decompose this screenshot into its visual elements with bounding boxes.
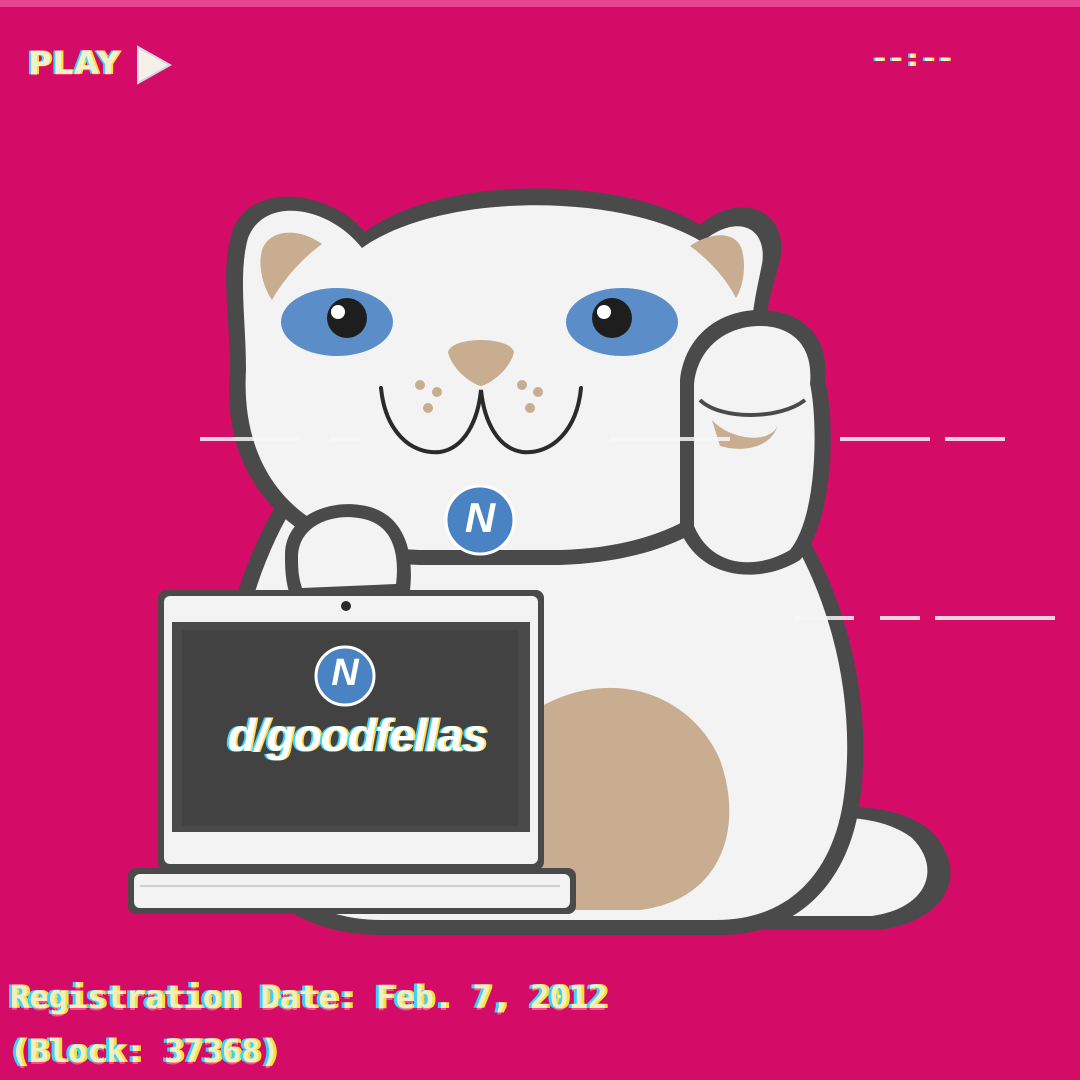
domain-name: d/goodfellas: [227, 709, 488, 761]
glitch-line: [935, 616, 1055, 620]
vhs-frame: PLAY --:-- N N d/goodfellas Registration…: [0, 0, 1080, 1080]
glitch-line: [610, 437, 730, 441]
glitch-line: [200, 437, 300, 441]
glitch-line: [330, 437, 360, 441]
glitch-line: [794, 616, 854, 620]
webcam: [341, 601, 351, 611]
glitch-line: [840, 437, 930, 441]
glitch-line: [880, 616, 920, 620]
registration-date: Registration Date: Feb. 7, 2012: [10, 978, 608, 1016]
maneki-neko-illustration: [128, 188, 951, 935]
laptop-base: [134, 874, 570, 908]
screen-logo-glyph: N: [331, 652, 359, 694]
collar-logo-glyph: N: [464, 494, 496, 541]
raised-paw: [680, 310, 831, 575]
block-number: (Block: 37368): [10, 1032, 280, 1070]
glitch-line: [945, 437, 1005, 441]
